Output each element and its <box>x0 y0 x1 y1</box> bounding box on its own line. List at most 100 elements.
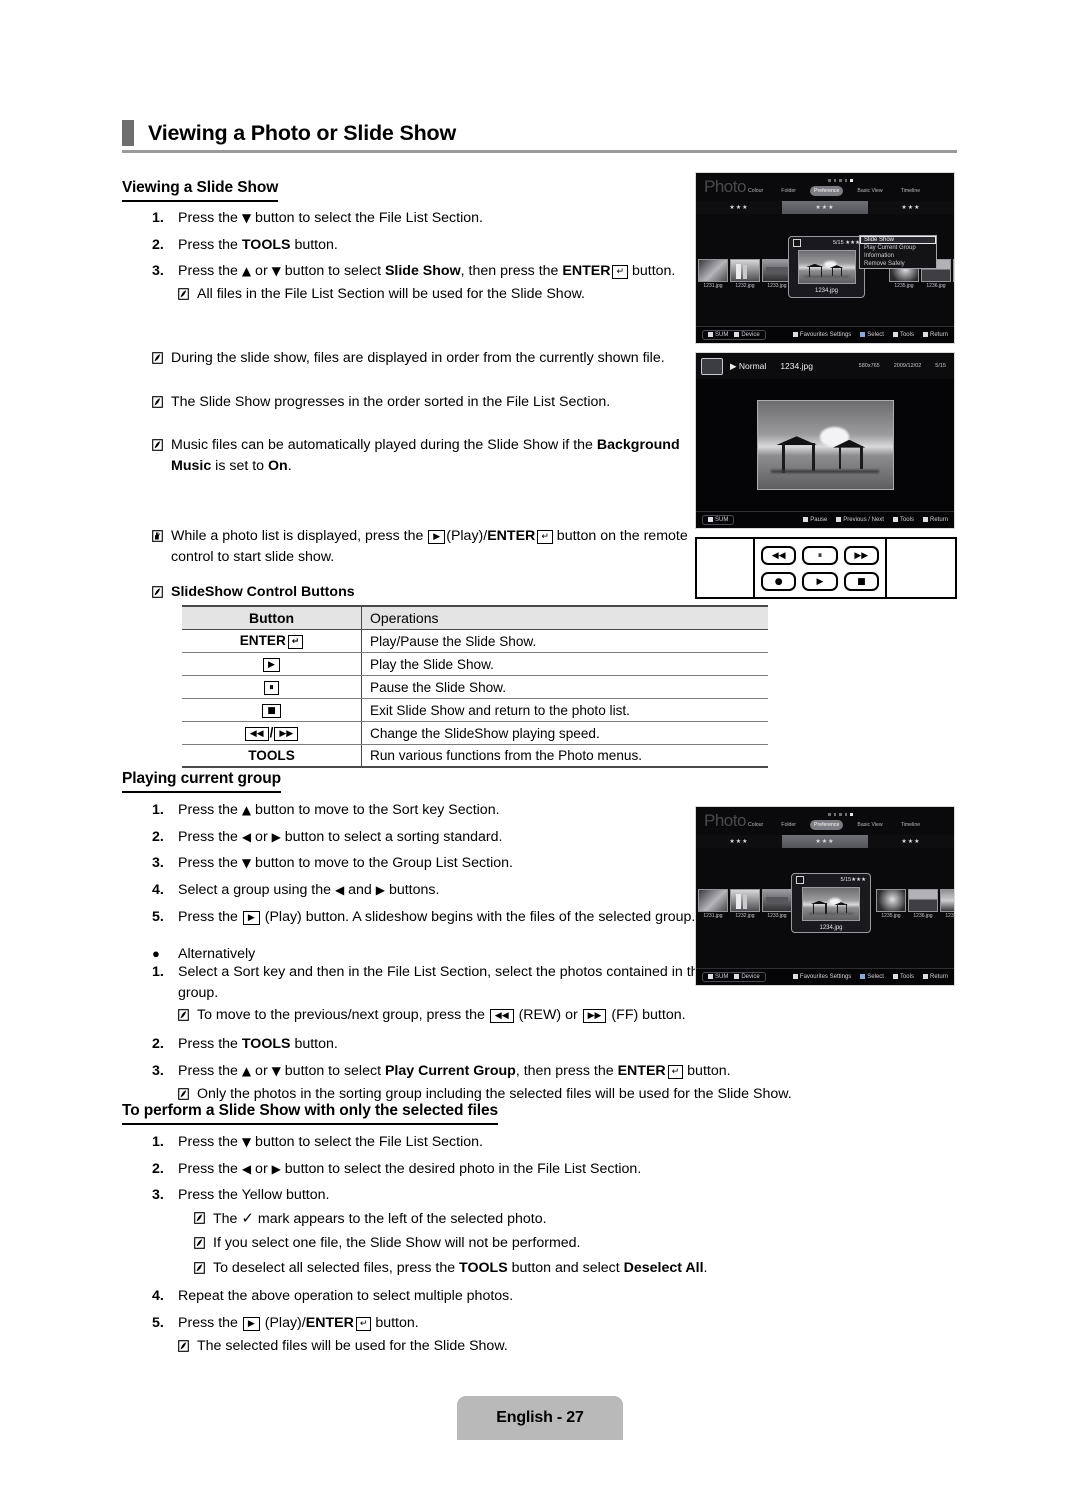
play-icon: ▶ <box>428 530 446 544</box>
tv-screenshot-photo-viewer: ▶ Normal 1234.jpg 580x765 2009/12/02 5/1… <box>695 352 955 529</box>
step-text-b: (Play) button. A slideshow begins with t… <box>260 908 696 925</box>
tv-nav-tabs: Colour Folder Preference Basic View Time… <box>744 820 924 830</box>
select-label[interactable]: Select <box>860 974 884 980</box>
checkbox-icon[interactable] <box>793 239 801 247</box>
note-text: During the slide show, files are display… <box>171 350 665 366</box>
step-text: Press the ▲ or ▼ button to select Play C… <box>178 1061 797 1106</box>
note-text-b: (Play)/ <box>446 528 488 544</box>
return-label[interactable]: Return <box>922 332 948 338</box>
checkbox-icon[interactable] <box>796 876 804 884</box>
note-row: To move to the previous/next group, pres… <box>178 1005 797 1028</box>
on-keyword: On <box>268 458 288 475</box>
hand-note-icon <box>152 528 163 549</box>
selected-thumbnail-image <box>802 887 860 921</box>
step-text-b: or <box>251 1062 272 1079</box>
sum-label[interactable]: SUM <box>708 974 728 980</box>
rew-icon[interactable]: ◀◀ <box>761 546 797 565</box>
up-arrow-icon: ▲ <box>241 1063 252 1078</box>
thumbnail-caption: 1236.jpg <box>926 283 946 289</box>
table-header-row: Button Operations <box>182 605 768 630</box>
page-dots <box>828 813 853 816</box>
tab-basic-view[interactable]: Basic View <box>853 820 886 830</box>
menu-item-information[interactable]: Information <box>860 252 936 260</box>
list-item: 1. Press the ▼ button to select the File… <box>152 208 697 229</box>
remote-control-diagram: ◀◀ ⏸ ▶▶ ● ▶ ■ <box>695 537 957 599</box>
sort-cell[interactable]: ★★★ <box>868 201 954 214</box>
step-text-pre: Press the <box>178 263 242 280</box>
list-item: 2. Press the ◀ or ▶ button to select a s… <box>152 827 697 848</box>
tab-timeline[interactable]: Timeline <box>897 820 924 830</box>
record-icon[interactable]: ● <box>761 572 797 591</box>
menu-item-remove-safely[interactable]: Remove Safely <box>860 260 936 268</box>
selected-file-card[interactable]: 5/15 ★★★ 1234.jpg <box>788 236 865 298</box>
list-item[interactable]: 1236.jpg <box>908 889 938 919</box>
sort-cell[interactable]: ★★★ <box>696 201 782 214</box>
list-item[interactable]: 1235.jpg <box>876 889 906 919</box>
previous-next-label[interactable]: Previous / Next <box>836 517 884 523</box>
tab-colour[interactable]: Colour <box>744 186 767 196</box>
left-arrow-icon: ◀ <box>334 883 345 898</box>
tools-label[interactable]: Tools <box>892 974 914 980</box>
list-item[interactable]: 1231.jpg <box>698 889 728 919</box>
thumbnail-image <box>876 889 906 912</box>
photo-index: 5/15 <box>935 363 946 369</box>
sort-cell-selected[interactable]: ★★★ <box>782 835 868 848</box>
tab-basic-view[interactable]: Basic View <box>853 186 886 196</box>
step-text: Press the ▲ or ▼ button to select Slide … <box>178 261 697 306</box>
menu-item-slide-show[interactable]: Slide Show <box>860 236 936 244</box>
photo-stack-icon <box>701 357 723 375</box>
select-label[interactable]: Select <box>860 332 884 338</box>
tools-label[interactable]: Tools <box>892 517 914 523</box>
favourites-settings-label[interactable]: Favourites Settings <box>792 974 851 980</box>
note-icon <box>178 286 189 307</box>
sum-label[interactable]: SUM <box>708 332 728 338</box>
right-arrow-icon: ▶ <box>271 1161 281 1176</box>
list-item[interactable]: 1237.jpg <box>953 259 954 289</box>
left-arrow-icon: ◀ <box>241 1161 252 1176</box>
step-text-a: Select a group using the <box>178 882 335 899</box>
menu-item-play-current-group[interactable]: Play Current Group <box>860 244 936 252</box>
section-heading-viewing-slide-show: Viewing a Slide Show <box>122 179 278 202</box>
tools-keyword: TOOLS <box>241 1036 291 1053</box>
list-item[interactable]: 1232.jpg <box>730 259 760 289</box>
sort-cell[interactable]: ★★★ <box>868 835 954 848</box>
enter-icon <box>803 517 809 522</box>
tab-colour[interactable]: Colour <box>744 820 767 830</box>
return-label[interactable]: Return <box>922 974 948 980</box>
note-row: All files in the File List Section will … <box>178 284 697 307</box>
pause-label[interactable]: Pause <box>803 517 827 523</box>
note-text-b: mark appears to the left of the selected… <box>253 1211 547 1228</box>
square-icon <box>860 332 866 337</box>
stop-icon[interactable]: ■ <box>843 572 879 591</box>
tools-label[interactable]: Tools <box>892 332 914 338</box>
square-icon <box>792 332 798 337</box>
sort-cell[interactable]: ★★★ <box>696 835 782 848</box>
list-item[interactable]: 1233.jpg <box>762 889 792 919</box>
list-item[interactable]: 1237.jpg <box>940 889 954 919</box>
favourites-settings-label[interactable]: Favourites Settings <box>792 332 851 338</box>
slide-show-keyword: Slide Show <box>384 263 461 280</box>
tab-preference[interactable]: Preference <box>810 820 844 830</box>
selected-file-card[interactable]: 5/15★★★ 1234.jpg <box>791 873 871 933</box>
list-item: 3. Press the ▼ button to move to the Gro… <box>152 853 697 874</box>
note-text-c: . <box>703 1259 708 1276</box>
sum-label[interactable]: SUM <box>708 517 728 523</box>
device-label[interactable]: Device <box>734 974 760 980</box>
list-item[interactable]: 1232.jpg <box>730 889 760 919</box>
sort-cell-selected[interactable]: ★★★ <box>782 201 868 214</box>
tab-folder[interactable]: Folder <box>777 820 800 830</box>
list-item[interactable]: 1231.jpg <box>698 259 728 289</box>
note-text: All files in the File List Section will … <box>197 286 585 303</box>
bottom-bar-left: SUM Device <box>702 972 766 982</box>
step-text-b: button. <box>290 1036 338 1053</box>
device-icon <box>734 332 740 337</box>
note-icon <box>194 1235 205 1256</box>
tab-timeline[interactable]: Timeline <box>897 186 924 196</box>
ff-icon[interactable]: ▶▶ <box>843 546 879 565</box>
list-item: 3. Press the Yellow button. The ✓ mark a… <box>152 1185 797 1280</box>
device-label[interactable]: Device <box>734 332 760 338</box>
tab-preference[interactable]: Preference <box>810 186 844 196</box>
return-label[interactable]: Return <box>922 517 948 523</box>
ff-icon: ▶▶ <box>274 727 299 741</box>
tab-folder[interactable]: Folder <box>777 186 800 196</box>
